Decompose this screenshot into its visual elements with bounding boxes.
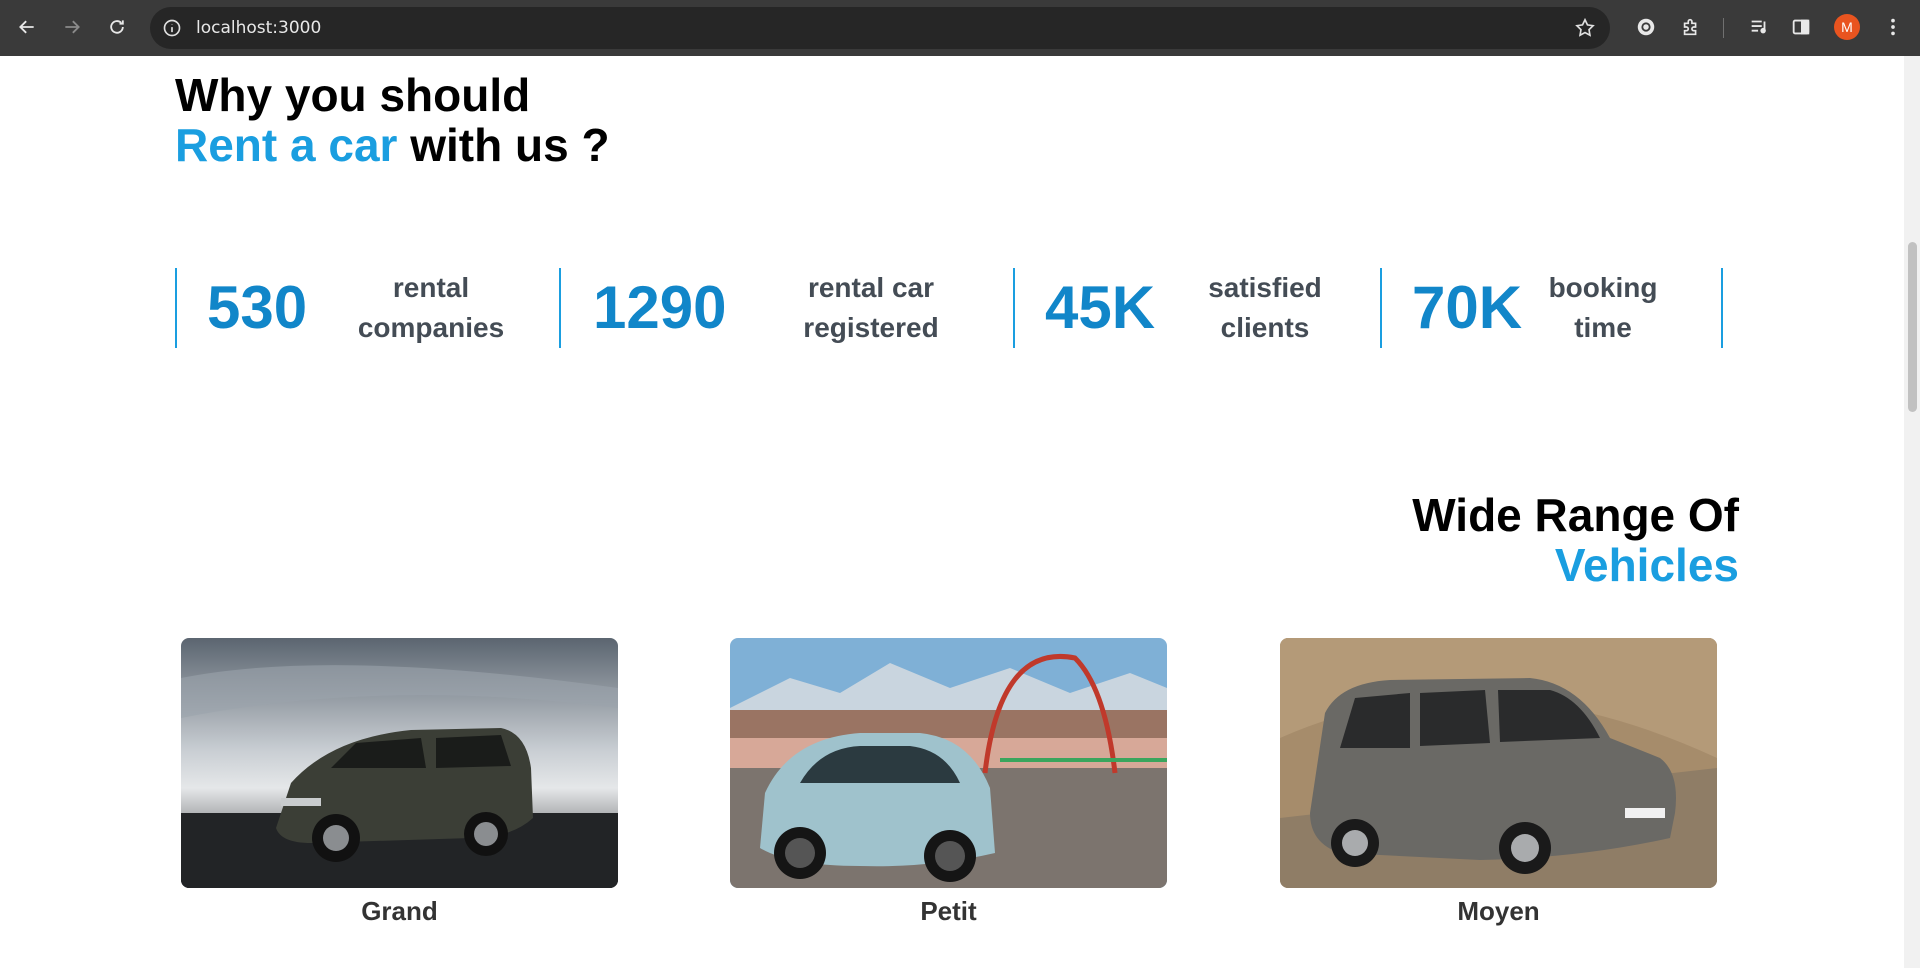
stat-value: 1290 <box>593 274 727 341</box>
page-scrollbar[interactable] <box>1904 56 1920 968</box>
why-heading-accent: Rent a car <box>175 119 398 171</box>
kebab-menu-icon[interactable] <box>1879 13 1907 41</box>
reload-button[interactable] <box>100 10 134 44</box>
back-button[interactable] <box>10 10 44 44</box>
stats-end-divider <box>1721 268 1723 348</box>
reload-icon <box>110 20 124 34</box>
media-queue-icon[interactable] <box>1745 13 1773 41</box>
light-blue-small-car-photo <box>730 638 1167 888</box>
extension-badge-icon[interactable] <box>1632 13 1660 41</box>
info-circle-icon[interactable] <box>162 18 182 38</box>
stat-satisfied-clients: 45K satisfied clients <box>1013 268 1380 348</box>
arrow-right-icon <box>65 20 80 34</box>
range-heading-line1: Wide Range Of <box>1412 489 1739 541</box>
vehicle-card-grand[interactable] <box>181 638 618 888</box>
puzzle-icon[interactable] <box>1677 13 1705 41</box>
stat-booking-time: 70K booking time <box>1380 268 1721 348</box>
vehicle-label-grand[interactable]: Grand <box>181 896 618 927</box>
vehicle-card-petit[interactable] <box>730 638 1167 888</box>
star-icon[interactable] <box>1574 17 1596 39</box>
side-panel-icon[interactable] <box>1787 13 1815 41</box>
arrow-left-icon <box>19 20 34 34</box>
vehicle-label-petit[interactable]: Petit <box>730 896 1167 927</box>
stat-label: rental companies <box>357 272 505 343</box>
why-heading-line1: Why you should <box>175 69 531 121</box>
why-heading-rest: with us ? <box>397 119 610 171</box>
why-rent-heading: Why you should Rent a car with us ? <box>175 70 610 170</box>
grey-minivan-photo <box>1280 638 1717 888</box>
toolbar-divider <box>1723 18 1724 38</box>
stat-value: 45K <box>1045 274 1156 341</box>
stat-label: satisfied clients <box>1208 272 1322 343</box>
profile-avatar[interactable]: M <box>1834 14 1860 40</box>
range-heading-accent: Vehicles <box>1554 539 1739 591</box>
url-text[interactable]: localhost:3000 <box>196 7 321 49</box>
stat-value: 530 <box>207 274 308 341</box>
forward-button[interactable] <box>55 10 89 44</box>
scrollbar-thumb[interactable] <box>1908 242 1917 412</box>
vehicle-card-moyen[interactable] <box>1280 638 1717 888</box>
stat-label: booking time <box>1548 272 1658 343</box>
stat-rental-companies: 530 rental companies <box>175 268 559 348</box>
browser-toolbar: localhost:3000 M <box>0 0 1920 56</box>
stat-label: rental car registered <box>803 272 939 343</box>
wide-range-heading: Wide Range Of Vehicles <box>1412 490 1739 590</box>
stat-rental-cars: 1290 rental car registered <box>559 268 1013 348</box>
dark-suv-photo <box>181 638 618 888</box>
stats-row: 530 rental companies 1290 rental car regis… <box>175 268 1723 348</box>
address-bar[interactable]: localhost:3000 <box>150 7 1610 49</box>
stat-value: 70K <box>1412 274 1523 341</box>
vehicle-label-moyen[interactable]: Moyen <box>1280 896 1717 927</box>
